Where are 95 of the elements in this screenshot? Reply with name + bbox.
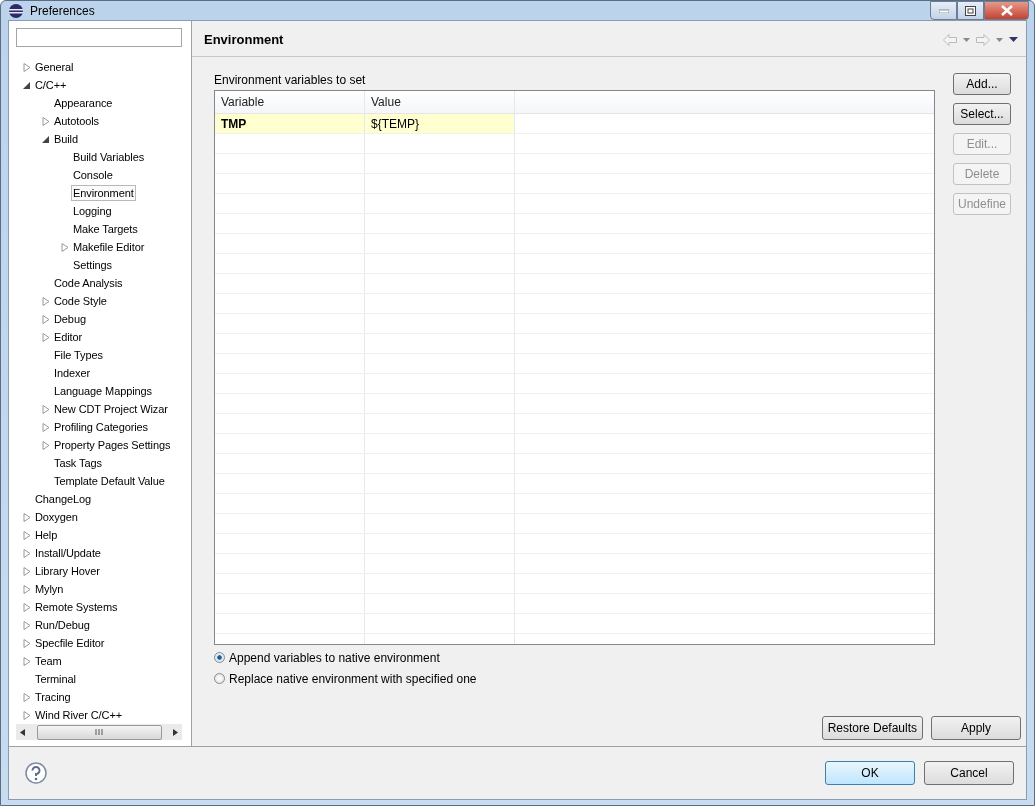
radio-button[interactable]	[214, 652, 225, 663]
tree-item[interactable]: Run/Debug	[33, 617, 92, 633]
view-menu-icon[interactable]	[1009, 37, 1018, 42]
tree-item[interactable]: Appearance	[52, 95, 115, 111]
back-arrow-icon[interactable]	[943, 33, 957, 46]
dropdown-caret-icon[interactable]	[996, 37, 1003, 42]
scrollbar-thumb[interactable]	[36, 724, 162, 740]
close-icon	[1000, 5, 1013, 16]
right-arrow-icon[interactable]	[173, 728, 178, 736]
collapsed-triangle-icon[interactable]	[22, 584, 31, 594]
collapsed-triangle-icon[interactable]	[41, 314, 50, 324]
maximize-icon	[965, 5, 976, 16]
dialog-button[interactable]: OK	[825, 761, 915, 785]
radio-button[interactable]	[214, 673, 225, 684]
minimize-icon	[938, 8, 949, 13]
tree-item[interactable]: Make Targets	[71, 221, 140, 237]
tree-item[interactable]: Console	[71, 167, 115, 183]
tree-item[interactable]: Terminal	[33, 671, 78, 687]
tree-item[interactable]: Template Default Value	[52, 473, 167, 489]
tree-item[interactable]: Property Pages Settings	[52, 437, 173, 453]
left-arrow-icon[interactable]	[20, 728, 25, 736]
column-header[interactable]: Variable	[215, 91, 365, 113]
forward-arrow-icon[interactable]	[976, 33, 990, 46]
expanded-triangle-icon[interactable]	[41, 134, 50, 144]
apply-button[interactable]: Apply	[931, 716, 1021, 740]
tree-item[interactable]: C/C++	[33, 77, 69, 93]
collapsed-triangle-icon[interactable]	[22, 638, 31, 648]
tree-item[interactable]: Task Tags	[52, 455, 104, 471]
side-button[interactable]: Select...	[953, 103, 1011, 125]
tree-item[interactable]: Code Analysis	[52, 275, 125, 291]
collapsed-triangle-icon[interactable]	[22, 692, 31, 702]
collapsed-triangle-icon[interactable]	[41, 422, 50, 432]
sphere-icon	[8, 2, 24, 19]
tree-item[interactable]: Team	[33, 653, 64, 669]
collapsed-triangle-icon[interactable]	[60, 242, 69, 252]
collapsed-triangle-icon[interactable]	[22, 512, 31, 522]
tree-item[interactable]: Mylyn	[33, 581, 66, 597]
collapsed-triangle-icon[interactable]	[22, 548, 31, 558]
close-button[interactable]	[984, 1, 1029, 20]
grip-icon	[95, 729, 103, 735]
tree-item[interactable]: Help	[33, 527, 60, 543]
tree-item[interactable]: Build Variables	[71, 149, 147, 165]
tree-item[interactable]: ChangeLog	[33, 491, 93, 507]
collapsed-triangle-icon[interactable]	[41, 116, 50, 126]
tree-item[interactable]: Makefile Editor	[71, 239, 147, 255]
tree-item[interactable]: Debug	[52, 311, 88, 327]
radio-label[interactable]: Replace native environment with specified one	[229, 671, 477, 686]
collapsed-triangle-icon[interactable]	[41, 296, 50, 306]
table-cell: TMP	[215, 114, 365, 133]
collapsed-triangle-icon[interactable]	[22, 62, 31, 72]
filter-field[interactable]	[16, 28, 182, 47]
minimize-button[interactable]	[930, 1, 957, 20]
table-label: Environment variables to set	[214, 73, 367, 87]
tree-item[interactable]: Settings	[71, 257, 114, 273]
collapsed-triangle-icon[interactable]	[22, 566, 31, 576]
tree-item[interactable]: Indexer	[52, 365, 92, 381]
window-title: Preferences	[30, 3, 96, 18]
table-cell: ${TEMP}	[365, 114, 515, 133]
dropdown-caret-icon[interactable]	[963, 37, 970, 42]
tree-item[interactable]: Tracing	[33, 689, 73, 705]
tree-item[interactable]: Wind River C/C++	[33, 707, 125, 723]
tree-item[interactable]: Profiling Categories	[52, 419, 150, 435]
tree-item[interactable]: Autotools	[52, 113, 101, 129]
tree-item[interactable]: Install/Update	[33, 545, 103, 561]
collapsed-triangle-icon[interactable]	[22, 530, 31, 540]
horizontal-scrollbar[interactable]	[16, 724, 182, 740]
tree-item[interactable]: Language Mappings	[52, 383, 154, 399]
tree-item[interactable]: Doxygen	[33, 509, 80, 525]
tree-item[interactable]: General	[33, 59, 76, 75]
collapsed-triangle-icon[interactable]	[22, 620, 31, 630]
expanded-triangle-icon[interactable]	[22, 80, 31, 90]
dialog-button[interactable]: Cancel	[924, 761, 1014, 785]
tree-item[interactable]: Editor	[52, 329, 85, 345]
tree-item[interactable]: Library Hover	[33, 563, 102, 579]
help-icon[interactable]	[25, 762, 47, 784]
restore-defaults-button[interactable]: Restore Defaults	[821, 716, 923, 740]
collapsed-triangle-icon[interactable]	[41, 440, 50, 450]
collapsed-triangle-icon[interactable]	[22, 656, 31, 666]
side-button[interactable]: Add...	[953, 73, 1011, 95]
tree-item[interactable]: Remote Systems	[33, 599, 120, 615]
maximize-button[interactable]	[957, 1, 984, 20]
collapsed-triangle-icon[interactable]	[22, 710, 31, 720]
tree-item[interactable]: New CDT Project Wizar	[52, 401, 170, 417]
collapsed-triangle-icon[interactable]	[22, 602, 31, 612]
tree-item[interactable]: Environment	[71, 185, 136, 201]
tree-item[interactable]: Build	[52, 131, 80, 147]
radio-label[interactable]: Append variables to native environment	[229, 650, 440, 665]
tree-item[interactable]: File Types	[52, 347, 105, 363]
tree-item[interactable]: Specfile Editor	[33, 635, 107, 651]
column-header[interactable]: Value	[365, 91, 515, 113]
tree-item[interactable]: Code Style	[52, 293, 109, 309]
page-title: Environment	[204, 32, 284, 47]
tree-item[interactable]: Logging	[71, 203, 114, 219]
collapsed-triangle-icon[interactable]	[41, 404, 50, 414]
collapsed-triangle-icon[interactable]	[41, 332, 50, 342]
